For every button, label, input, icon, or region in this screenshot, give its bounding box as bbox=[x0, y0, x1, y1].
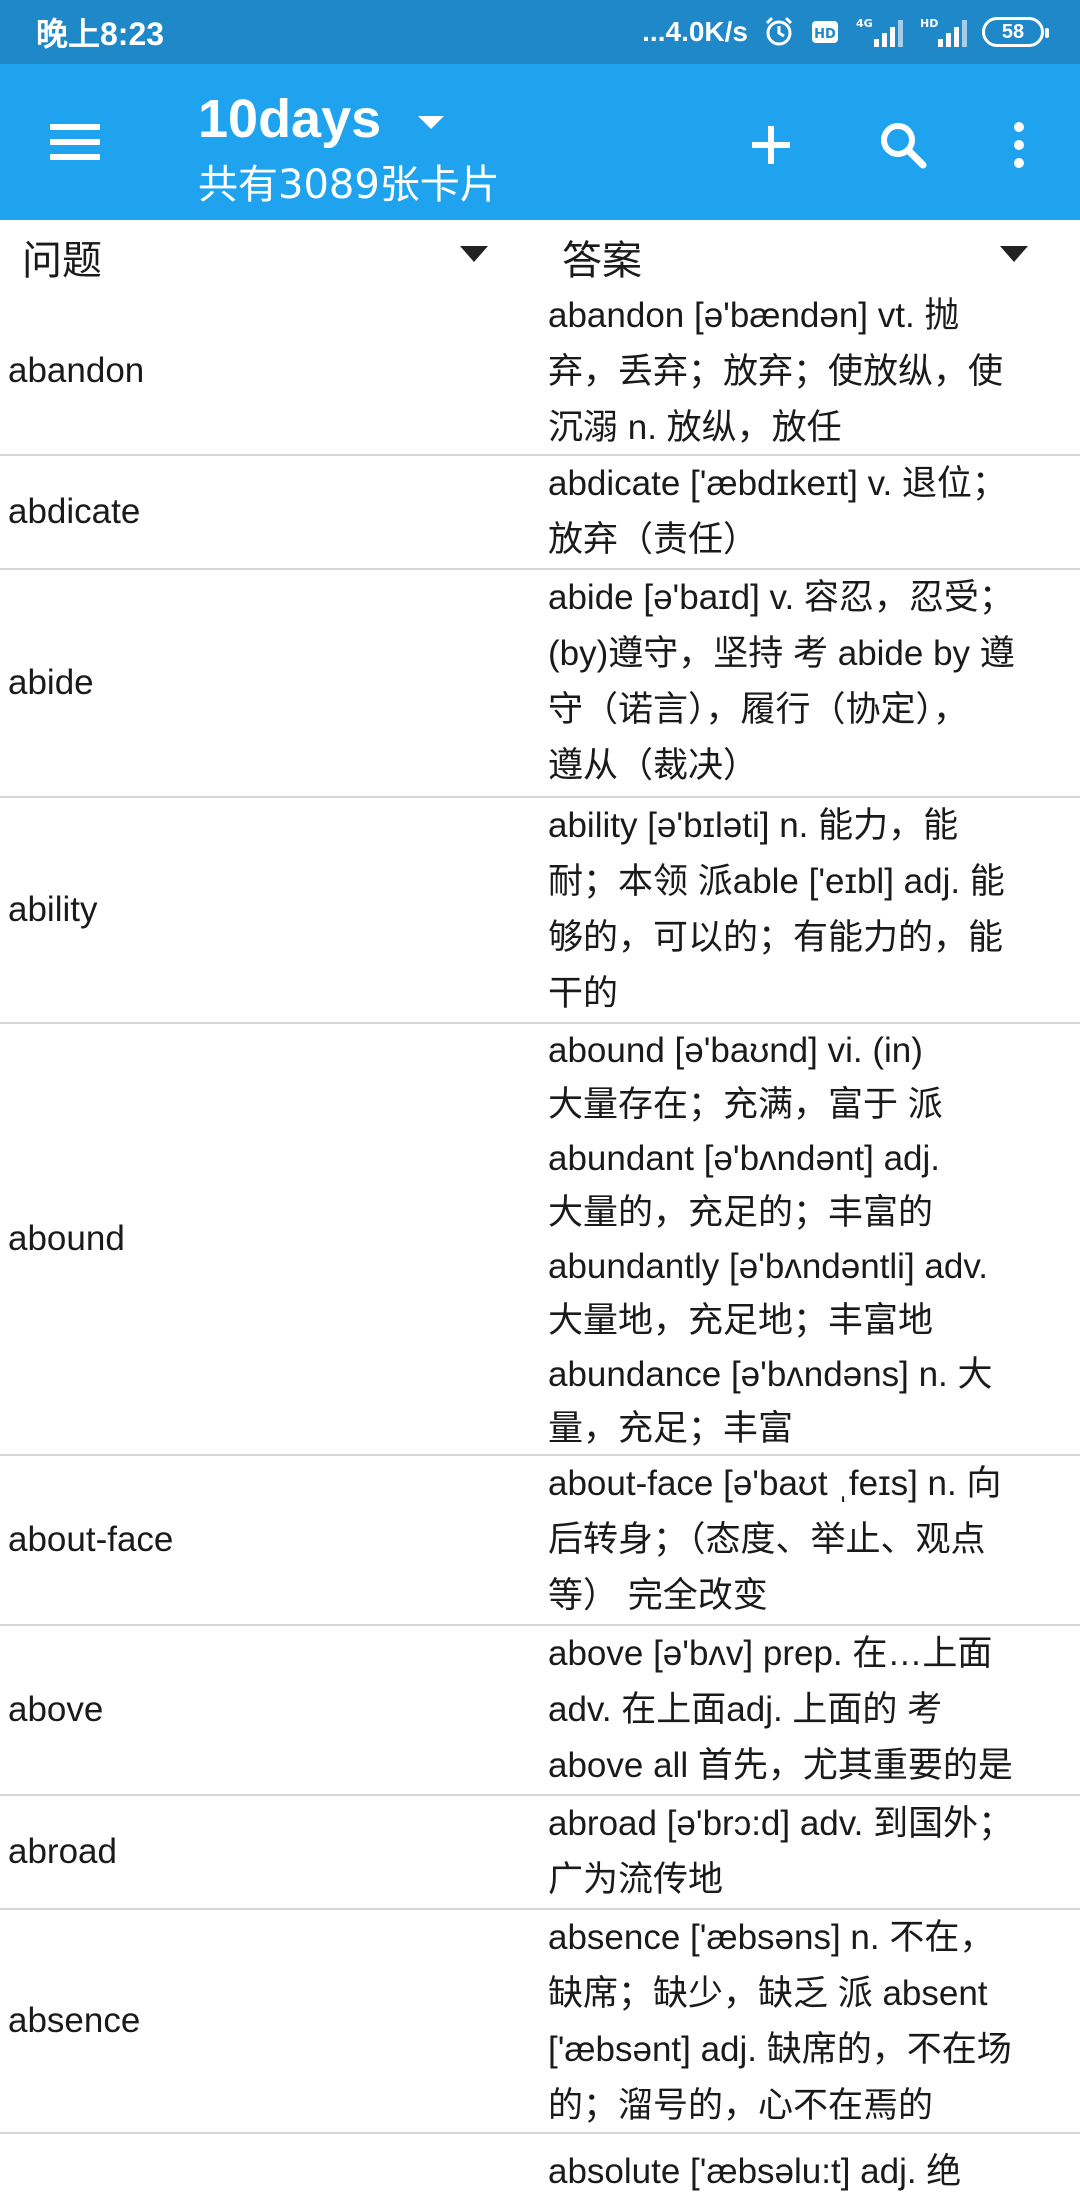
svg-text:HD: HD bbox=[920, 17, 938, 30]
card-count: 共有3089张卡片 bbox=[198, 162, 500, 208]
card-answer: abandon [ə'bændən] vt. 抛 弃，丢弃；放弃；使放纵，使 沉… bbox=[548, 296, 1004, 447]
card-question: above bbox=[8, 1690, 104, 1729]
add-icon[interactable] bbox=[736, 110, 806, 180]
status-bar: 晚上8:23 ...4.0K/s HD 4G HD 58 bbox=[0, 0, 1080, 64]
card-answer: abroad [ə'brɔ:d] adv. 到国外； 广为流传地 bbox=[548, 1804, 1014, 1899]
card-answer: ability [ə'bɪləti] n. 能力，能 耐；本领 派able ['… bbox=[548, 806, 1005, 1013]
card-row[interactable]: ability ability [ə'bɪləti] n. 能力，能 耐；本领 … bbox=[0, 798, 1080, 1024]
card-question: absence bbox=[8, 2001, 141, 2040]
card-answer: about-face [ə'baʊt ˌfeɪs] n. 向 后转身；（态度、举… bbox=[548, 1464, 1002, 1615]
card-row[interactable]: absolute ['æbsəlu:t] adj. 绝 bbox=[0, 2134, 1080, 2194]
card-question: abroad bbox=[8, 1832, 117, 1871]
card-row[interactable]: abdicate abdicate ['æbdɪkeɪt] v. 退位； 放弃（… bbox=[0, 456, 1080, 570]
card-answer: abdicate ['æbdɪkeɪt] v. 退位； 放弃（责任） bbox=[548, 464, 1007, 559]
column-header: 问题 答案 bbox=[0, 220, 1080, 288]
dropdown-arrow-icon bbox=[418, 116, 445, 129]
hd-icon: HD bbox=[810, 17, 840, 47]
question-column-dropdown-icon[interactable] bbox=[460, 246, 488, 262]
answer-column-label[interactable]: 答案 bbox=[562, 228, 642, 286]
deck-title: 10days bbox=[198, 89, 382, 149]
card-question: ability bbox=[8, 890, 98, 929]
card-row[interactable]: abound abound [ə'baʊnd] vi. (in) 大量存在；充满… bbox=[0, 1024, 1080, 1456]
card-row[interactable]: about-face about-face [ə'baʊt ˌfeɪs] n. … bbox=[0, 1456, 1080, 1626]
answer-column-dropdown-icon[interactable] bbox=[1000, 246, 1028, 262]
card-row[interactable]: abide abide [ə'baɪd] v. 容忍，忍受； (by)遵守，坚持… bbox=[0, 570, 1080, 798]
app-bar: 10days 共有3089张卡片 bbox=[0, 64, 1080, 220]
card-answer: absolute ['æbsəlu:t] adj. 绝 bbox=[548, 2152, 962, 2191]
search-icon[interactable] bbox=[868, 110, 938, 180]
card-question: abide bbox=[8, 663, 94, 702]
signal-hd-icon: HD bbox=[918, 15, 968, 49]
network-speed: ...4.0K/s bbox=[642, 16, 748, 47]
card-question: about-face bbox=[8, 1520, 174, 1559]
deck-selector[interactable]: 10days 共有3089张卡片 bbox=[198, 88, 500, 210]
card-question: abdicate bbox=[8, 492, 141, 531]
menu-icon[interactable] bbox=[44, 114, 104, 170]
svg-text:4G: 4G bbox=[856, 17, 873, 30]
signal-4g-icon: 4G bbox=[854, 15, 904, 49]
card-row[interactable]: abroad abroad [ə'brɔ:d] adv. 到国外； 广为流传地 bbox=[0, 1796, 1080, 1910]
question-column-label[interactable]: 问题 bbox=[22, 228, 102, 286]
card-answer: above [ə'bʌv] prep. 在…上面 adv. 在上面adj. 上面… bbox=[548, 1634, 1013, 1785]
card-answer: absence ['æbsəns] n. 不在， 缺席；缺少，缺乏 派 abse… bbox=[548, 1918, 1012, 2125]
card-question: abound bbox=[8, 1219, 125, 1258]
status-time: 晚上8:23 bbox=[36, 16, 165, 52]
svg-text:HD: HD bbox=[814, 27, 836, 42]
card-row[interactable]: above above [ə'bʌv] prep. 在…上面 adv. 在上面a… bbox=[0, 1626, 1080, 1796]
more-options-icon[interactable] bbox=[984, 110, 1054, 180]
card-row[interactable]: abandon abandon [ə'bændən] vt. 抛 弃，丢弃；放弃… bbox=[0, 288, 1080, 456]
battery-icon: 58 bbox=[982, 17, 1049, 47]
card-row[interactable]: absence absence ['æbsəns] n. 不在， 缺席；缺少，缺… bbox=[0, 1910, 1080, 2134]
card-answer: abide [ə'baɪd] v. 容忍，忍受； (by)遵守，坚持 考 abi… bbox=[548, 578, 1015, 785]
card-question: abandon bbox=[8, 351, 145, 390]
card-answer: abound [ə'baʊnd] vi. (in) 大量存在；充满，富于 派 a… bbox=[548, 1031, 993, 1448]
alarm-icon bbox=[762, 15, 796, 49]
status-icons: ...4.0K/s HD 4G HD 58 bbox=[642, 15, 1049, 49]
